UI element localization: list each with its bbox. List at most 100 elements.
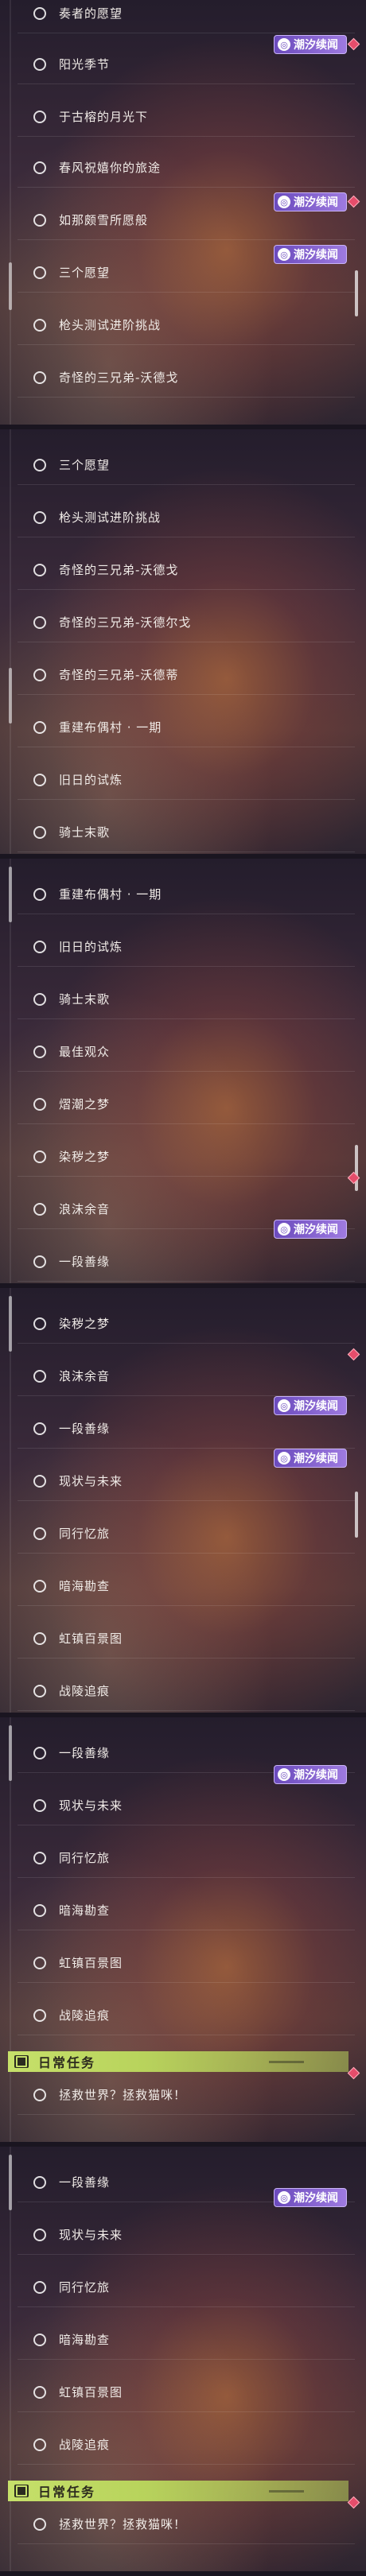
radio-icon <box>33 2385 46 2399</box>
radio-icon <box>33 1097 46 1111</box>
quest-item[interactable]: 一段善缘 <box>18 1242 355 1282</box>
quest-item[interactable]: 于古榕的月光下 <box>18 97 355 137</box>
daily-quest-item[interactable]: 拯救世界？拯救猫咪！ <box>18 2504 355 2544</box>
radio-icon <box>33 940 46 953</box>
daily-quest-item[interactable]: 拯救世界？拯救猫咪！ <box>18 2075 355 2115</box>
quest-item[interactable]: 奇怪的三兄弟-沃德尔戈 <box>18 603 355 642</box>
scroll-thumb[interactable] <box>9 1725 12 1781</box>
radio-icon <box>33 1579 46 1593</box>
tide-news-badge: ◎ 潮汐续闻 <box>274 2188 347 2207</box>
radio-icon <box>33 615 46 629</box>
header-decoration <box>269 2489 304 2493</box>
right-scroll-thumb[interactable] <box>355 1145 358 1191</box>
quest-item[interactable]: 染秽之梦 <box>18 1304 355 1344</box>
radio-icon <box>33 1369 46 1383</box>
quest-item[interactable]: 虹镇百景图 <box>18 1943 355 1983</box>
radio-icon <box>33 2088 46 2101</box>
tide-news-badge: ◎ 潮汐续闻 <box>274 1220 347 1239</box>
quest-list-panel-4: 染秽之梦 浪沫余音 一段善缘 现状与未来 同行忆旅 暗海勘查 虹镇百景图 战陵追… <box>0 1288 366 1717</box>
radio-icon <box>33 1045 46 1058</box>
quest-item[interactable]: 战陵追痕 <box>18 1996 355 2035</box>
radio-icon <box>33 563 46 576</box>
radio-icon <box>33 213 46 227</box>
quest-item[interactable]: 三个愿望 <box>18 445 355 485</box>
tide-icon: ◎ <box>278 248 290 261</box>
radio-icon <box>33 2280 46 2294</box>
radio-icon <box>33 2008 46 2022</box>
right-scroll-thumb[interactable] <box>355 270 358 316</box>
quest-item[interactable]: 熠潮之梦 <box>18 1084 355 1124</box>
scroll-thumb[interactable] <box>9 2155 12 2210</box>
quest-list-panel-3: 重建布偶村 · 一期 旧日的试炼 骑士末歌 最佳观众 熠潮之梦 染秽之梦 浪沫余… <box>0 859 366 1288</box>
quest-item[interactable]: 战陵追痕 <box>18 1671 355 1711</box>
quest-item[interactable]: 现状与未来 <box>18 1786 355 1825</box>
quest-item[interactable]: 春风祝嬉你的旅途 <box>18 148 355 188</box>
quest-item[interactable]: 虹镇百景图 <box>18 2372 355 2412</box>
radio-icon <box>33 1202 46 1216</box>
scroll-thumb[interactable] <box>9 262 12 310</box>
quest-item[interactable]: 旧日的试炼 <box>18 927 355 967</box>
radio-icon <box>33 318 46 332</box>
tide-icon: ◎ <box>278 1452 290 1465</box>
quest-item[interactable]: 骑士末歌 <box>18 813 355 852</box>
tide-icon: ◎ <box>278 1768 290 1781</box>
radio-icon <box>33 266 46 279</box>
radio-icon <box>33 1422 46 1435</box>
scroll-track <box>10 1288 11 1717</box>
tide-icon: ◎ <box>278 2191 290 2204</box>
quest-item[interactable]: 同行忆旅 <box>18 2268 355 2307</box>
radio-icon <box>33 825 46 839</box>
quest-item[interactable]: 染秽之梦 <box>18 1137 355 1177</box>
quest-item[interactable]: 暗海勘查 <box>18 1891 355 1930</box>
tide-news-badge: ◎ 潮汐续闻 <box>274 1396 347 1415</box>
radio-icon <box>33 1527 46 1540</box>
quest-item[interactable]: 浪沫余音 <box>18 1356 355 1396</box>
radio-icon <box>33 992 46 1006</box>
quest-item[interactable]: 战陵追痕 <box>18 2425 355 2465</box>
radio-icon <box>33 1317 46 1330</box>
scroll-thumb[interactable] <box>9 668 12 724</box>
tide-news-badge: ◎ 潮汐续闻 <box>274 245 347 264</box>
quest-item[interactable]: 最佳观众 <box>18 1032 355 1072</box>
right-scroll-thumb[interactable] <box>355 1492 358 1538</box>
quest-item[interactable]: 奏者的愿望 <box>18 0 355 33</box>
scroll-thumb[interactable] <box>9 867 12 922</box>
quest-item[interactable]: 奇怪的三兄弟-沃德戈 <box>18 550 355 590</box>
scroll-track <box>10 2147 11 2576</box>
quest-item[interactable]: 旧日的试炼 <box>18 760 355 800</box>
quest-item[interactable]: 骑士末歌 <box>18 980 355 1019</box>
quest-item[interactable]: 奇怪的三兄弟-沃德戈 <box>18 358 355 398</box>
scroll-track <box>10 1717 11 2147</box>
quest-item[interactable]: 重建布偶村 · 一期 <box>18 708 355 747</box>
radio-icon <box>33 1746 46 1759</box>
daily-tasks-header[interactable]: 日常任务 <box>8 2051 348 2072</box>
radio-icon <box>33 510 46 524</box>
radio-icon <box>33 887 46 901</box>
daily-tasks-header[interactable]: 日常任务 <box>8 2481 348 2501</box>
quest-item[interactable]: 枪头测试进阶挑战 <box>18 305 355 345</box>
radio-icon <box>33 370 46 384</box>
quest-item[interactable]: 枪头测试进阶挑战 <box>18 498 355 537</box>
scroll-track <box>10 0 11 429</box>
tide-news-badge: ◎ 潮汐续闻 <box>274 1449 347 1468</box>
book-icon <box>14 2485 29 2497</box>
tide-icon: ◎ <box>278 1223 290 1236</box>
quest-item[interactable]: 现状与未来 <box>18 2215 355 2255</box>
quest-item[interactable]: 重建布偶村 · 一期 <box>18 875 355 914</box>
radio-icon <box>33 57 46 71</box>
quest-item[interactable]: 同行忆旅 <box>18 1514 355 1554</box>
radio-icon <box>33 1851 46 1864</box>
scroll-thumb[interactable] <box>9 1296 12 1352</box>
scroll-track <box>10 859 11 1288</box>
quest-item[interactable]: 同行忆旅 <box>18 1838 355 1878</box>
quest-list-panel-6: 一段善缘 现状与未来 同行忆旅 暗海勘查 虹镇百景图 战陵追痕 日常任务 拯救世… <box>0 2147 366 2576</box>
radio-icon <box>33 668 46 681</box>
radio-icon <box>33 1903 46 1917</box>
quest-item[interactable]: 暗海勘查 <box>18 2320 355 2360</box>
quest-item[interactable]: 奇怪的三兄弟-沃德蒂 <box>18 655 355 695</box>
tide-icon: ◎ <box>278 38 290 51</box>
radio-icon <box>33 1956 46 1969</box>
quest-item[interactable]: 虹镇百景图 <box>18 1619 355 1658</box>
quest-item[interactable]: 暗海勘查 <box>18 1566 355 1606</box>
radio-icon <box>33 2175 46 2189</box>
